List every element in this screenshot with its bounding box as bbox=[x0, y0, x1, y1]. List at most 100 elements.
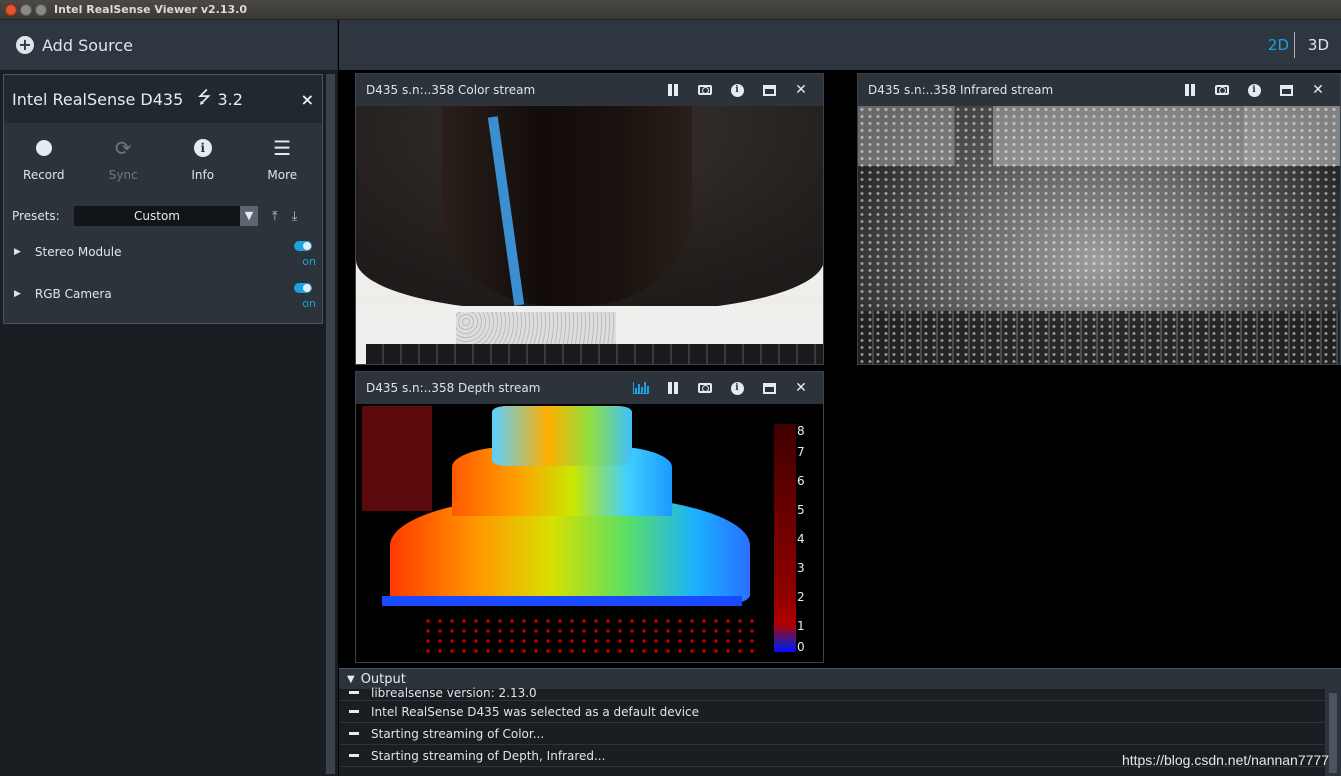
record-label: Record bbox=[23, 168, 65, 182]
mode-2d-button[interactable]: 2D bbox=[1268, 36, 1289, 54]
download-icon[interactable]: ⤓ bbox=[292, 209, 298, 224]
depth-color-scale bbox=[774, 424, 796, 652]
depth-stream-window: D435 s.n:..358 Depth stream i ✕ 8 7 6 5 4 3 2 1… bbox=[355, 371, 824, 663]
info-icon[interactable]: i bbox=[721, 381, 753, 396]
depth-scale-tick: 6 bbox=[797, 474, 805, 488]
rgb-camera-toggle[interactable] bbox=[294, 283, 312, 293]
stream-header: D435 s.n:..358 Infrared stream i ✕ bbox=[858, 74, 1340, 106]
mode-3d-button[interactable]: 3D bbox=[1308, 36, 1329, 54]
sync-icon: ⟳ bbox=[114, 136, 132, 160]
pause-icon[interactable] bbox=[1174, 83, 1206, 98]
view-topbar: 2D 3D bbox=[339, 20, 1341, 70]
window-titlebar: Intel RealSense Viewer v2.13.0 bbox=[0, 0, 1341, 20]
presets-label: Presets: bbox=[12, 209, 60, 223]
stream-title: D435 s.n:..358 Depth stream bbox=[366, 381, 541, 395]
device-panel: Intel RealSense D435 ⭍ 3.2 × Record ⟳ Sy… bbox=[3, 74, 323, 324]
window-maximize-button[interactable] bbox=[35, 4, 47, 16]
dash-icon[interactable] bbox=[349, 691, 359, 694]
left-scrollbar[interactable] bbox=[326, 74, 335, 774]
maximize-icon[interactable] bbox=[753, 381, 785, 396]
record-button[interactable]: Record bbox=[4, 123, 84, 195]
dash-icon[interactable] bbox=[349, 710, 359, 713]
log-line: librealsense version: 2.13.0 bbox=[339, 685, 1325, 701]
color-stream-window: D435 s.n:..358 Color stream i ✕ bbox=[355, 73, 824, 365]
sensor-name: RGB Camera bbox=[34, 287, 112, 301]
stream-title: D435 s.n:..358 Infrared stream bbox=[868, 83, 1054, 97]
window-minimize-button[interactable] bbox=[20, 4, 32, 16]
upload-icon[interactable]: ⤒ bbox=[272, 209, 278, 224]
output-scrollbar[interactable] bbox=[1329, 693, 1337, 773]
stream-title: D435 s.n:..358 Color stream bbox=[366, 83, 536, 97]
sync-label: Sync bbox=[108, 168, 138, 182]
depth-scale-tick: 1 bbox=[797, 619, 805, 633]
infrared-stream-window: D435 s.n:..358 Infrared stream i ✕ bbox=[857, 73, 1341, 365]
left-panel: + Add Source Intel RealSense D435 ⭍ 3.2 … bbox=[0, 20, 338, 776]
more-button[interactable]: ☰ More bbox=[243, 123, 323, 195]
info-icon[interactable]: i bbox=[721, 83, 753, 98]
log-text: Intel RealSense D435 was selected as a d… bbox=[371, 704, 700, 719]
depth-stream-image: 8 7 6 5 4 3 2 1 0 bbox=[356, 404, 823, 662]
color-stream-image bbox=[356, 106, 823, 364]
log-line: Intel RealSense D435 was selected as a d… bbox=[339, 701, 1325, 723]
add-source-button[interactable]: + Add Source bbox=[0, 20, 338, 70]
depth-scale-tick: 8 bbox=[797, 424, 805, 438]
pause-icon[interactable] bbox=[657, 381, 689, 396]
stream-header: D435 s.n:..358 Color stream i ✕ bbox=[356, 74, 823, 106]
presets-value: Custom bbox=[134, 209, 180, 223]
more-label: More bbox=[267, 168, 298, 182]
mode-separator bbox=[1294, 32, 1295, 58]
stereo-module-toggle[interactable] bbox=[294, 241, 312, 251]
dash-icon[interactable] bbox=[349, 754, 359, 757]
presets-row: Presets: Custom ▼ ⤒ ⤓ bbox=[4, 201, 322, 231]
log-text: Starting streaming of Color... bbox=[371, 726, 545, 741]
log-text: Starting streaming of Depth, Infrared... bbox=[371, 748, 606, 763]
maximize-icon[interactable] bbox=[753, 83, 785, 98]
plus-icon: + bbox=[16, 36, 34, 54]
dash-icon[interactable] bbox=[349, 732, 359, 735]
presets-dropdown[interactable]: Custom ▼ bbox=[74, 206, 258, 226]
toggle-state-label: on bbox=[302, 255, 316, 268]
depth-scale-tick: 3 bbox=[797, 561, 805, 575]
info-button[interactable]: i Info bbox=[163, 123, 243, 195]
device-header: Intel RealSense D435 ⭍ 3.2 × bbox=[4, 75, 322, 123]
hamburger-icon: ☰ bbox=[273, 136, 292, 160]
window-title: Intel RealSense Viewer v2.13.0 bbox=[54, 3, 247, 16]
sensor-stereo-module[interactable]: ▶ Stereo Module on bbox=[4, 231, 322, 273]
collapse-arrow-icon: ▼ bbox=[347, 673, 355, 685]
usb-version: 3.2 bbox=[217, 89, 243, 109]
info-icon[interactable]: i bbox=[1238, 83, 1270, 98]
usb-icon: ⭍ bbox=[197, 87, 212, 108]
sensor-name: Stereo Module bbox=[34, 245, 122, 259]
device-close-button[interactable]: × bbox=[301, 90, 314, 109]
depth-scale-tick: 0 bbox=[797, 640, 805, 654]
close-icon[interactable]: ✕ bbox=[785, 380, 817, 396]
expand-arrow-icon: ▶ bbox=[14, 247, 21, 257]
camera-icon[interactable] bbox=[689, 83, 721, 98]
depth-scale-tick: 4 bbox=[797, 532, 805, 546]
chevron-down-icon: ▼ bbox=[240, 206, 258, 226]
depth-scale-ticks: 8 7 6 5 4 3 2 1 0 bbox=[797, 424, 821, 656]
expand-arrow-icon: ▶ bbox=[14, 289, 21, 299]
close-icon[interactable]: ✕ bbox=[785, 82, 817, 98]
camera-icon[interactable] bbox=[1206, 83, 1238, 98]
toggle-state-label: on bbox=[302, 297, 316, 310]
device-toolbar: Record ⟳ Sync i Info ☰ More bbox=[4, 123, 322, 195]
depth-scale-tick: 7 bbox=[797, 445, 805, 459]
histogram-icon[interactable] bbox=[625, 381, 657, 396]
sync-button[interactable]: ⟳ Sync bbox=[84, 123, 164, 195]
camera-icon[interactable] bbox=[689, 381, 721, 396]
add-source-label: Add Source bbox=[42, 35, 134, 55]
close-icon[interactable]: ✕ bbox=[1302, 82, 1334, 98]
stream-header: D435 s.n:..358 Depth stream i ✕ bbox=[356, 372, 823, 404]
pause-icon[interactable] bbox=[657, 83, 689, 98]
infrared-stream-image bbox=[858, 106, 1340, 364]
record-icon bbox=[35, 136, 52, 162]
maximize-icon[interactable] bbox=[1270, 83, 1302, 98]
window-close-button[interactable] bbox=[5, 4, 17, 16]
sensor-rgb-camera[interactable]: ▶ RGB Camera on bbox=[4, 273, 322, 315]
watermark: https://blog.csdn.net/nannan7777 bbox=[1121, 752, 1329, 768]
log-text: librealsense version: 2.13.0 bbox=[371, 685, 537, 700]
depth-scale-tick: 2 bbox=[797, 590, 805, 604]
depth-scale-tick: 5 bbox=[797, 503, 805, 517]
info-icon: i bbox=[193, 136, 212, 162]
